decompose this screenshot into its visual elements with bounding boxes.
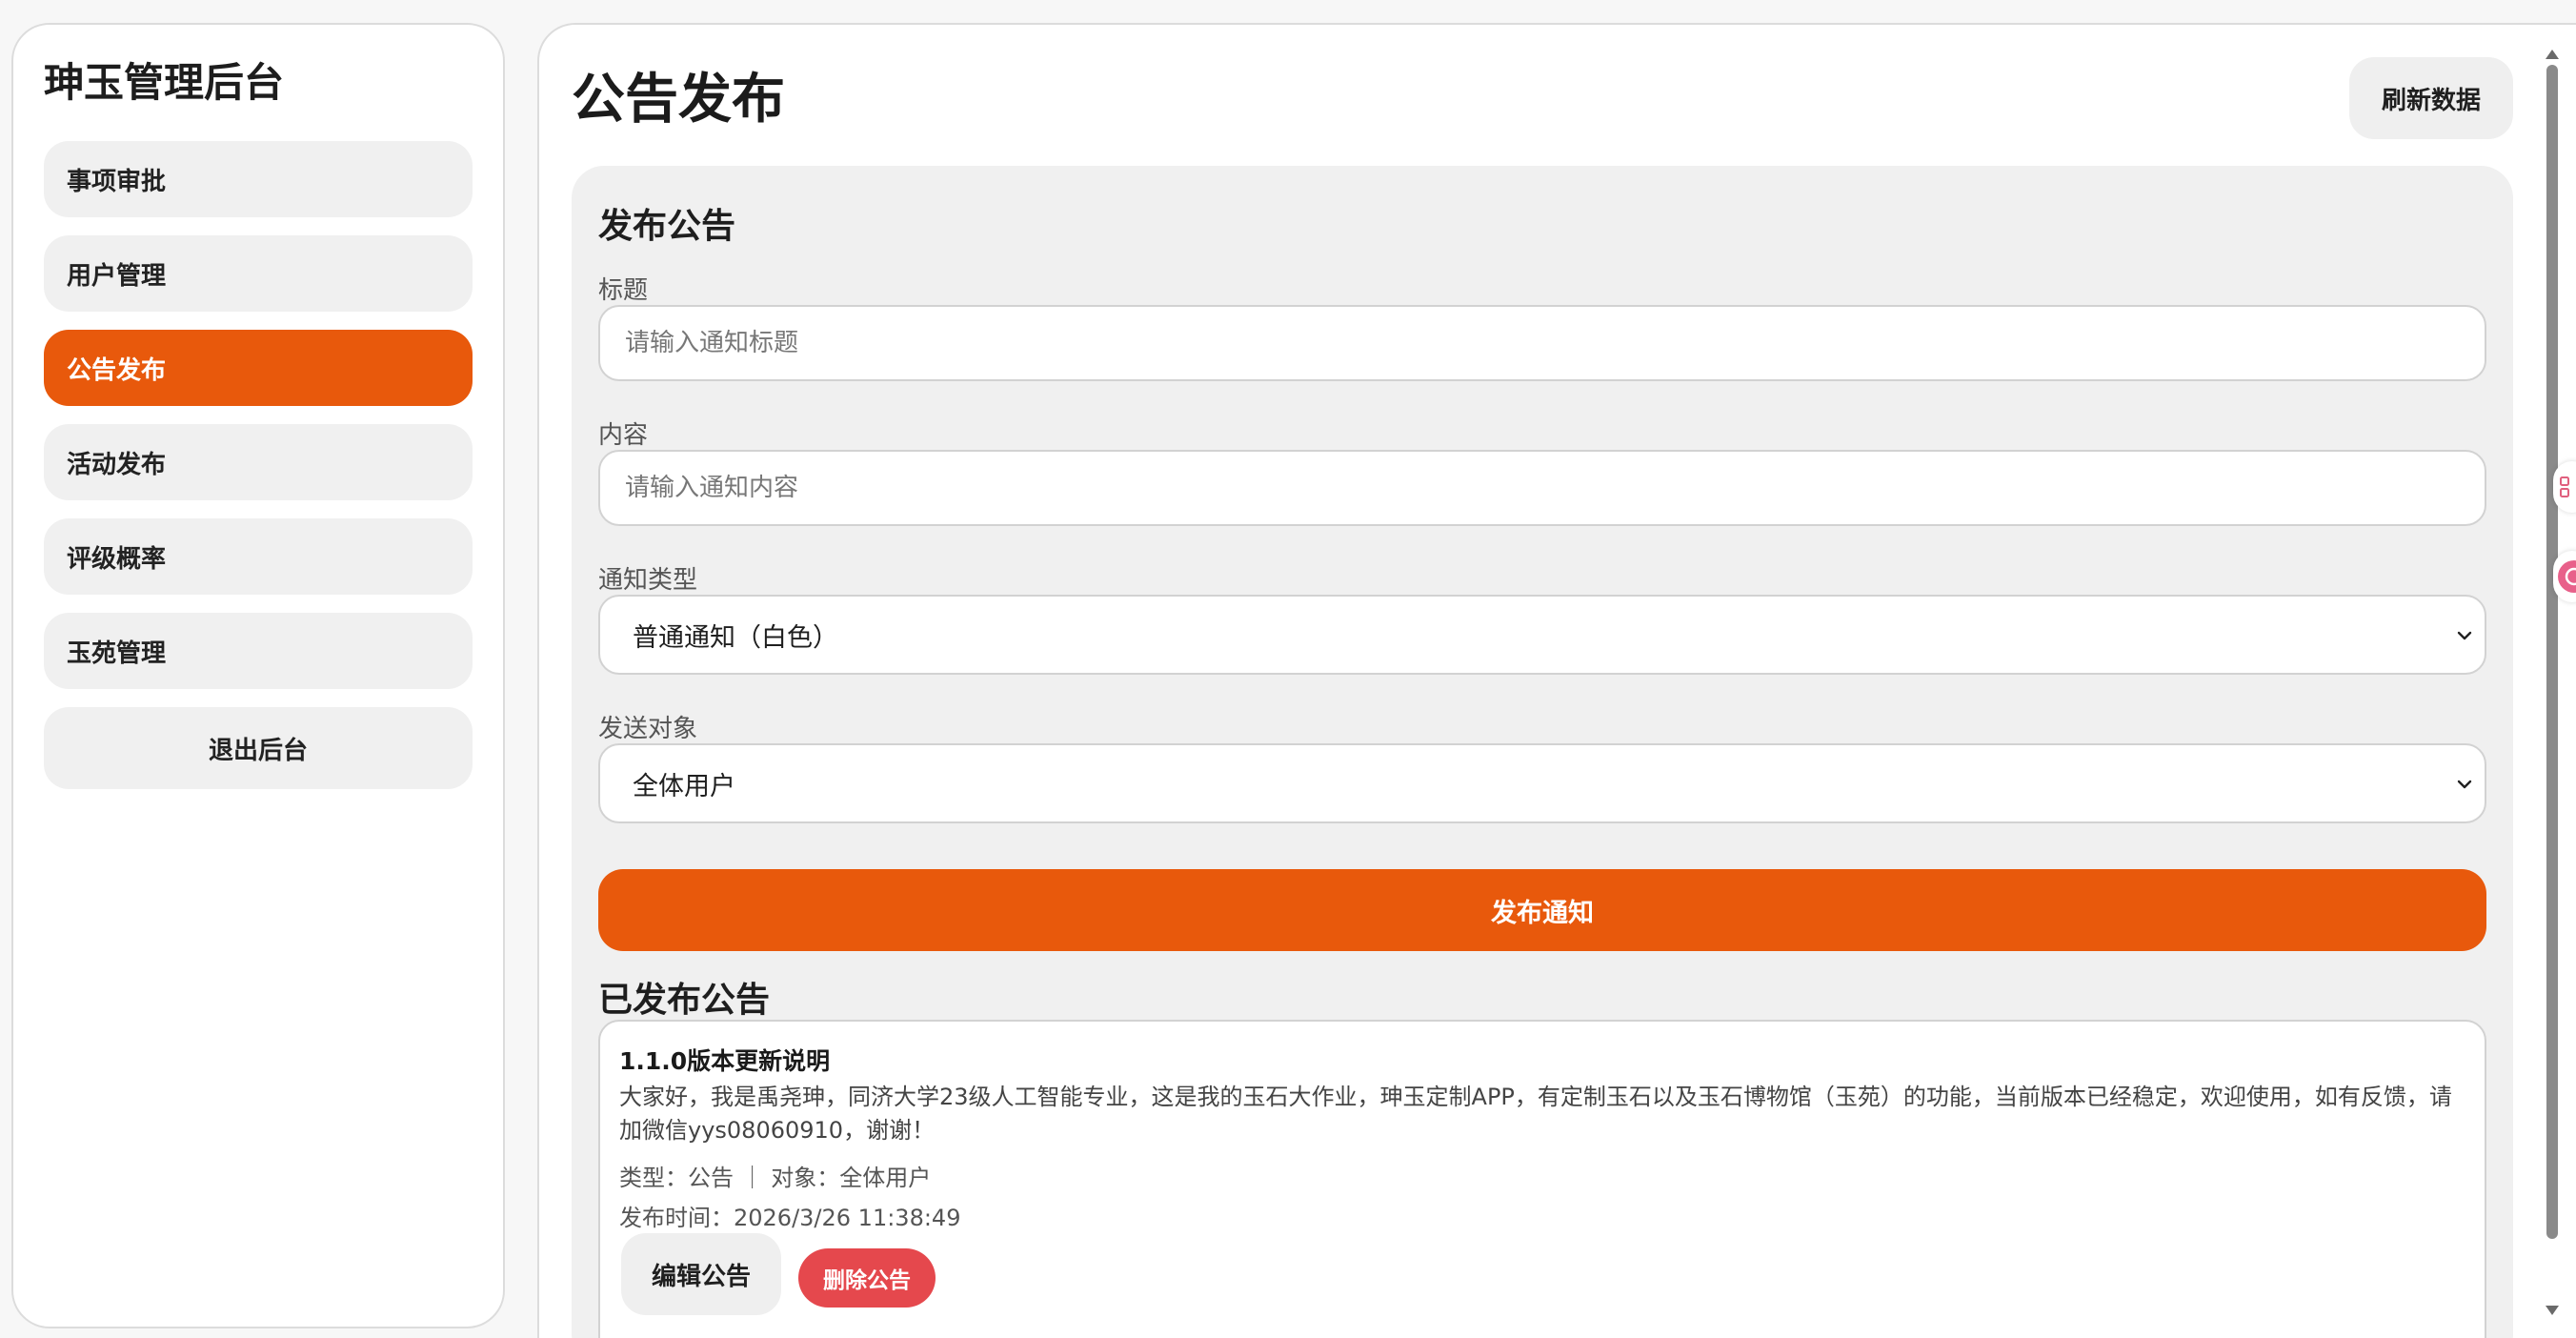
app-root: 珅玉管理后台 事项审批 用户管理 公告发布 活动发布 评级概率 玉苑管理 退出后… bbox=[0, 0, 2576, 1338]
page-title: 公告发布 bbox=[572, 69, 785, 131]
delete-notice-button[interactable]: 删除公告 bbox=[798, 1248, 936, 1308]
target-label: 发送对象 bbox=[598, 715, 698, 743]
edit-notice-button[interactable]: 编辑公告 bbox=[621, 1233, 781, 1315]
sidebar: 珅玉管理后台 事项审批 用户管理 公告发布 活动发布 评级概率 玉苑管理 退出后… bbox=[11, 23, 505, 1328]
content-label: 内容 bbox=[598, 421, 649, 450]
floating-assistant-widget[interactable] bbox=[2553, 551, 2576, 602]
target-select-value: 全体用户 bbox=[633, 771, 735, 801]
target-select[interactable]: 全体用户 bbox=[598, 743, 2486, 823]
chevron-down-icon bbox=[2457, 780, 2472, 789]
notice-title: 1.1.0版本更新说明 bbox=[619, 1047, 831, 1075]
publish-section-title: 发布公告 bbox=[598, 207, 736, 246]
notice-body: 大家好，我是禹尧珅，同济大学23级人工智能专业，这是我的玉石大作业，珅玉定制AP… bbox=[619, 1084, 2452, 1144]
notice-item: 1.1.0版本更新说明 大家好，我是禹尧珅，同济大学23级人工智能专业，这是我的… bbox=[598, 1020, 2486, 1338]
sidebar-item-users[interactable]: 用户管理 bbox=[44, 235, 473, 312]
page-scrollbar[interactable] bbox=[2544, 50, 2561, 1327]
scroll-thumb[interactable] bbox=[2546, 65, 2558, 1239]
assistant-icon bbox=[2558, 560, 2576, 593]
scroll-down-arrow-icon[interactable] bbox=[2546, 1306, 2559, 1315]
published-section-title: 已发布公告 bbox=[598, 981, 771, 1020]
type-label: 通知类型 bbox=[598, 566, 698, 595]
app-brand: 珅玉管理后台 bbox=[44, 59, 285, 106]
refresh-button[interactable]: 刷新数据 bbox=[2349, 57, 2513, 139]
sidebar-item-jade-garden[interactable]: 玉苑管理 bbox=[44, 613, 473, 689]
main-panel: 公告发布 刷新数据 发布公告 标题 内容 通知类型 普通通知（白色） 发送对象 … bbox=[537, 23, 2576, 1338]
type-select-value: 普通通知（白色） bbox=[633, 622, 838, 653]
publish-button[interactable]: 发布通知 bbox=[598, 869, 2486, 951]
notice-time: 发布时间：2026/3/26 11:38:49 bbox=[619, 1205, 961, 1231]
sidebar-item-rating-probability[interactable]: 评级概率 bbox=[44, 518, 473, 595]
title-input[interactable] bbox=[598, 305, 2486, 381]
sidebar-item-activities[interactable]: 活动发布 bbox=[44, 424, 473, 500]
logout-button[interactable]: 退出后台 bbox=[44, 707, 473, 789]
notice-meta: 类型：公告 ｜ 对象：全体用户 bbox=[619, 1165, 932, 1191]
scroll-up-arrow-icon[interactable] bbox=[2546, 50, 2559, 59]
sidebar-item-approval[interactable]: 事项审批 bbox=[44, 141, 473, 217]
publish-card: 发布公告 标题 内容 通知类型 普通通知（白色） 发送对象 全体用户 发布通知 … bbox=[572, 166, 2513, 1338]
content-input[interactable] bbox=[598, 450, 2486, 526]
grid-icon bbox=[2560, 476, 2569, 497]
type-select[interactable]: 普通通知（白色） bbox=[598, 595, 2486, 675]
floating-grid-widget[interactable] bbox=[2553, 461, 2576, 513]
chevron-down-icon bbox=[2457, 631, 2472, 640]
sidebar-item-announcements[interactable]: 公告发布 bbox=[44, 330, 473, 406]
title-label: 标题 bbox=[598, 276, 649, 305]
